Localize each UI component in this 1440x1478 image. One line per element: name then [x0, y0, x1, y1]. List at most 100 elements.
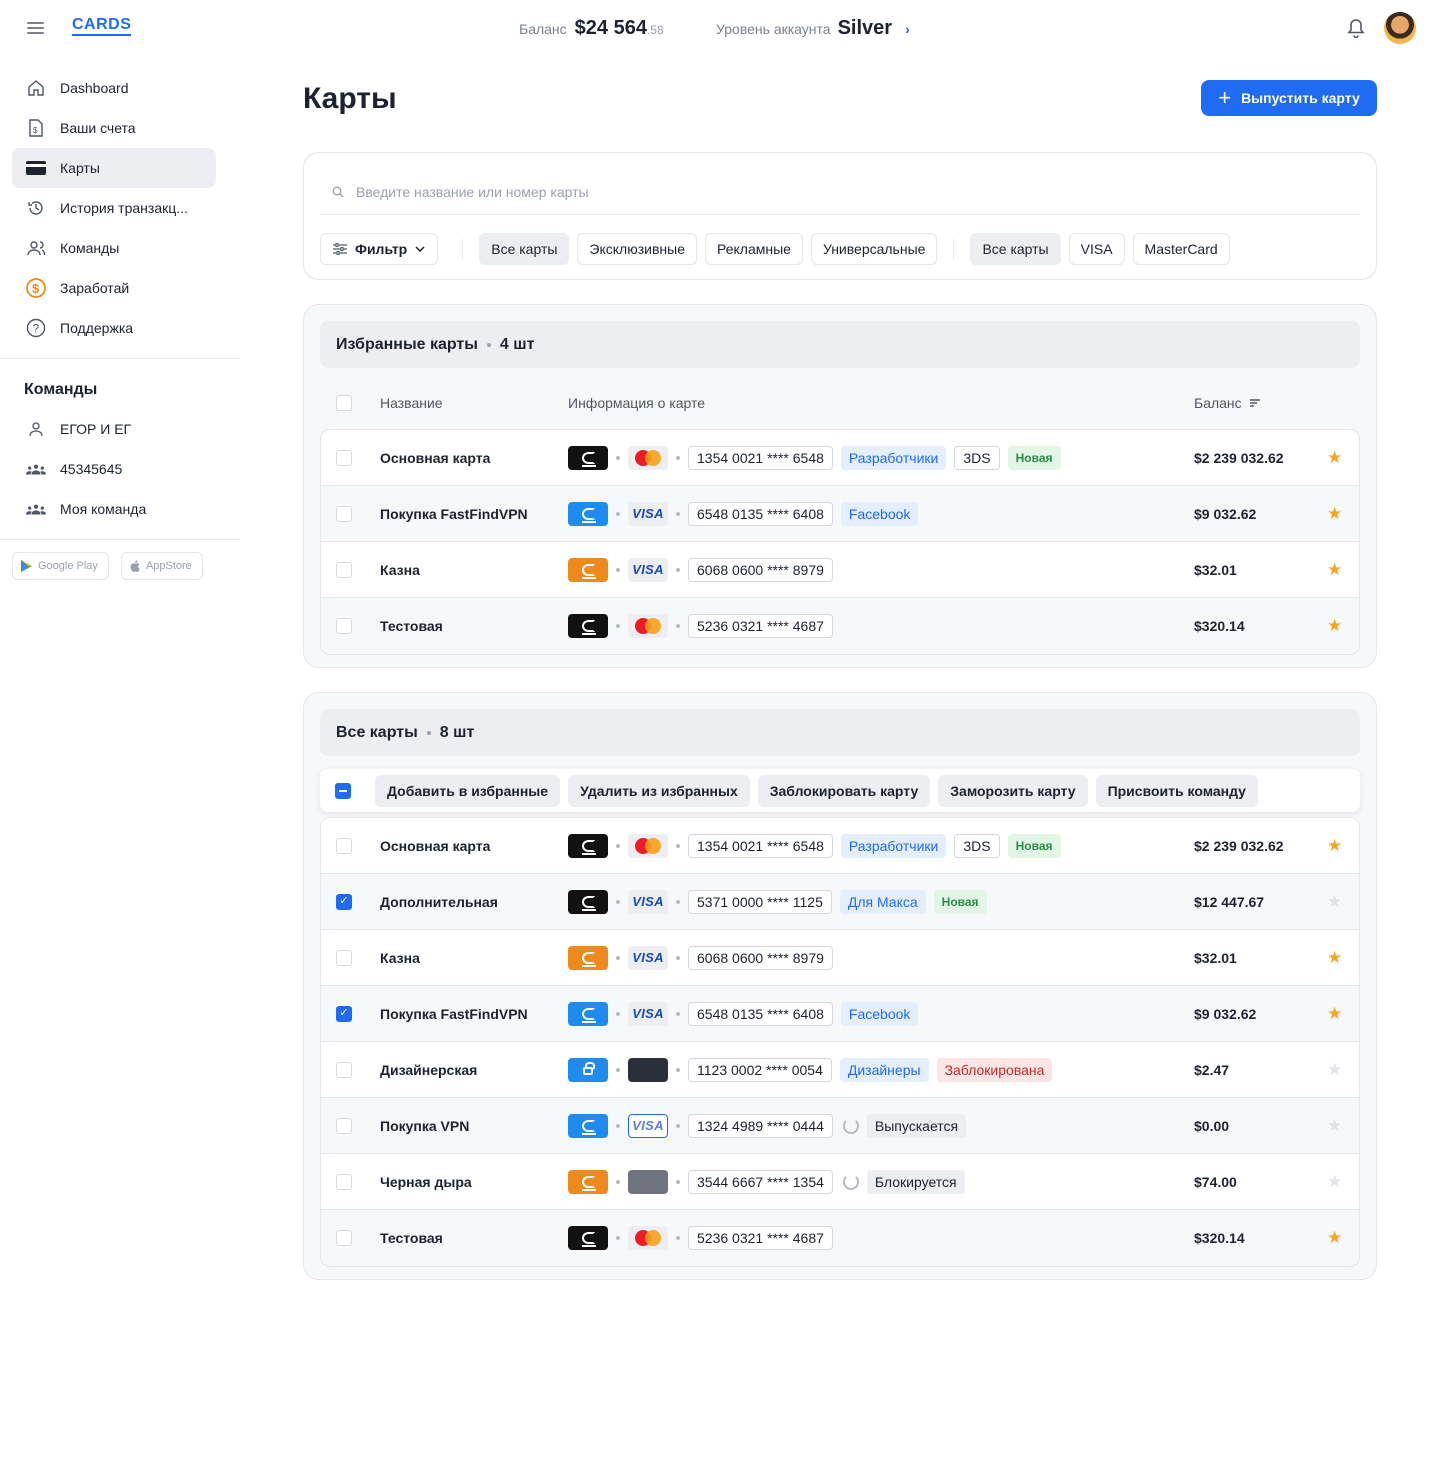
- top-bar: CARDS Баланс $24 564 .58 Уровень аккаунт…: [0, 0, 1440, 56]
- row-checkbox[interactable]: [336, 561, 352, 578]
- row-checkbox[interactable]: ✓: [336, 893, 352, 910]
- select-all-checkbox[interactable]: [335, 782, 351, 799]
- table-row[interactable]: Черная дыра 3544 6667 **** 1354 Блокируе…: [321, 1154, 1359, 1210]
- star-icon[interactable]: ★: [1327, 836, 1342, 856]
- table-row[interactable]: Казна VISA 6068 0600 **** 8979 $32.01 ★: [321, 930, 1359, 986]
- table-row[interactable]: ✓ Покупка FastFindVPN VISA 6548 0135 ***…: [321, 986, 1359, 1042]
- sidebar-item-accounts[interactable]: $ Ваши счета: [12, 108, 216, 148]
- star-icon[interactable]: ★: [1327, 892, 1342, 912]
- row-checkbox[interactable]: [336, 618, 352, 634]
- team-tag[interactable]: Разработчики: [840, 833, 947, 858]
- favorites-section: Избранные карты 4 шт Название Информация…: [303, 304, 1377, 668]
- card-number[interactable]: 5371 0000 **** 1125: [688, 889, 832, 914]
- card-number[interactable]: 1354 0021 **** 6548: [688, 445, 833, 470]
- row-checkbox[interactable]: [336, 449, 352, 466]
- team-item[interactable]: ЕГОР И ЕГ: [12, 409, 216, 449]
- team-tag[interactable]: Для Макса: [839, 889, 926, 914]
- table-row[interactable]: Дизайнерская 1123 0002 **** 0054 Дизайне…: [321, 1042, 1359, 1098]
- column-balance[interactable]: Баланс: [1194, 395, 1260, 411]
- row-checkbox[interactable]: [336, 505, 352, 522]
- bell-icon[interactable]: [1347, 18, 1365, 38]
- row-checkbox[interactable]: [336, 1117, 352, 1134]
- row-checkbox[interactable]: [336, 1230, 352, 1246]
- card-number[interactable]: 1324 4989 **** 0444: [688, 1113, 833, 1138]
- google-play-label: Google Play: [38, 560, 98, 572]
- row-checkbox[interactable]: [336, 837, 352, 854]
- team-tag[interactable]: Facebook: [840, 501, 919, 526]
- star-icon[interactable]: ★: [1327, 948, 1342, 968]
- team-item[interactable]: 45345645: [12, 449, 216, 489]
- card-number[interactable]: 6068 0600 **** 8979: [688, 557, 833, 582]
- level-value: Silver: [837, 17, 893, 39]
- star-icon[interactable]: ★: [1327, 1116, 1342, 1136]
- card-balance: $32.01: [1194, 949, 1237, 966]
- star-icon[interactable]: ★: [1327, 448, 1342, 468]
- star-icon[interactable]: ★: [1327, 616, 1342, 636]
- block-card-button[interactable]: Заблокировать карту: [757, 774, 931, 807]
- card-number[interactable]: 5236 0321 **** 4687: [688, 1226, 833, 1250]
- star-icon[interactable]: ★: [1327, 1228, 1342, 1248]
- assign-team-button[interactable]: Присвоить команду: [1095, 774, 1258, 807]
- team-tag[interactable]: Дизайнеры: [839, 1057, 929, 1082]
- table-row[interactable]: Тестовая 5236 0321 **** 4687 $320.14 ★: [321, 1210, 1359, 1266]
- card-number[interactable]: 6068 0600 **** 8979: [688, 945, 833, 970]
- select-all-checkbox[interactable]: [336, 395, 352, 411]
- chip-network-visa[interactable]: VISA: [1068, 233, 1125, 265]
- sidebar-item-earn[interactable]: $ Заработай: [12, 268, 216, 308]
- card-number[interactable]: 3544 6667 **** 1354: [688, 1169, 833, 1194]
- sidebar-item-history[interactable]: История транзакц...: [12, 188, 216, 228]
- table-row[interactable]: Тестовая 5236 0321 **** 4687 $320.14 ★: [321, 598, 1359, 654]
- chip-network-mastercard[interactable]: MasterCard: [1132, 233, 1230, 265]
- team-tag[interactable]: Facebook: [840, 1001, 919, 1026]
- document-icon: $: [26, 118, 46, 138]
- star-icon[interactable]: ★: [1327, 560, 1342, 580]
- chip-type-ads[interactable]: Рекламные: [704, 233, 803, 265]
- avatar[interactable]: [1384, 12, 1416, 44]
- star-icon[interactable]: ★: [1327, 1172, 1342, 1192]
- row-checkbox[interactable]: [336, 949, 352, 966]
- table-row[interactable]: Покупка VPN VISA 1324 4989 **** 0444 Вып…: [321, 1098, 1359, 1154]
- google-play-button[interactable]: Google Play: [12, 552, 109, 580]
- table-row[interactable]: Покупка FastFindVPN VISA 6548 0135 **** …: [321, 486, 1359, 542]
- sidebar-item-support[interactable]: ? Поддержка: [12, 308, 216, 348]
- chip-type-all[interactable]: Все карты: [479, 233, 570, 265]
- team-tag[interactable]: Разработчики: [840, 445, 947, 470]
- visa-icon: VISA: [628, 945, 668, 970]
- row-checkbox[interactable]: [336, 1173, 352, 1190]
- star-icon[interactable]: ★: [1327, 504, 1342, 524]
- card-name: Дополнительная: [380, 893, 498, 910]
- menu-icon[interactable]: [27, 22, 44, 34]
- card-number[interactable]: 6548 0135 **** 6408: [688, 501, 833, 526]
- star-icon[interactable]: ★: [1327, 1004, 1342, 1024]
- chip-network-all[interactable]: Все карты: [970, 233, 1061, 265]
- star-icon[interactable]: ★: [1327, 1060, 1342, 1080]
- card-number[interactable]: 1354 0021 **** 6548: [688, 833, 833, 858]
- card-number[interactable]: 6548 0135 **** 6408: [688, 1001, 833, 1026]
- table-row[interactable]: Основная карта 1354 0021 **** 6548 Разра…: [321, 818, 1359, 874]
- lock-icon: [583, 1062, 595, 1075]
- table-row[interactable]: Основная карта 1354 0021 **** 6548 Разра…: [321, 430, 1359, 486]
- card-number[interactable]: 1123 0002 **** 0054: [688, 1057, 832, 1082]
- remove-from-favorites-button[interactable]: Удалить из избранных: [568, 774, 750, 807]
- issue-card-button[interactable]: + Выпустить карту: [1201, 80, 1377, 116]
- sidebar-item-dashboard[interactable]: Dashboard: [12, 68, 216, 108]
- search-input[interactable]: [356, 183, 956, 200]
- card-number[interactable]: 5236 0321 **** 4687: [688, 614, 833, 638]
- filter-dropdown[interactable]: Фильтр: [320, 233, 439, 265]
- table-row[interactable]: Казна VISA 6068 0600 **** 8979 $32.01 ★: [321, 542, 1359, 598]
- sidebar-item-cards[interactable]: Карты: [12, 148, 216, 188]
- logo[interactable]: CARDS: [72, 17, 132, 36]
- freeze-card-button[interactable]: Заморозить карту: [938, 774, 1088, 807]
- cards-logo-icon: [581, 1119, 596, 1135]
- table-row[interactable]: ✓ Дополнительная VISA 5371 0000 **** 112…: [321, 874, 1359, 930]
- sidebar-item-teams[interactable]: Команды: [12, 228, 216, 268]
- app-store-button[interactable]: AppStore: [120, 552, 203, 580]
- team-item[interactable]: Моя команда: [12, 489, 216, 529]
- chip-type-exclusive[interactable]: Эксклюзивные: [577, 233, 697, 265]
- row-checkbox[interactable]: [336, 1061, 352, 1078]
- add-to-favorites-button[interactable]: Добавить в избранные: [375, 774, 561, 807]
- row-checkbox[interactable]: ✓: [336, 1005, 352, 1022]
- account-level[interactable]: Уровень аккаунта Silver ›: [716, 17, 910, 40]
- card-balance: $12 447.67: [1194, 893, 1265, 910]
- chip-type-universal[interactable]: Универсальные: [810, 233, 938, 265]
